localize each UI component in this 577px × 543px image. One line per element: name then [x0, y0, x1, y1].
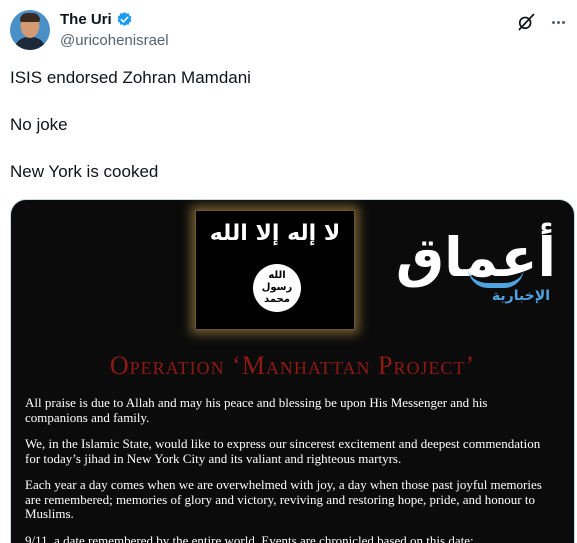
flag-text: لا إله إلا الله: [209, 221, 341, 246]
statement-body: All praise is due to Allah and may his p…: [25, 395, 545, 543]
statement-paragraph: Each year a day comes when we are overwh…: [25, 477, 542, 521]
avatar[interactable]: [10, 10, 50, 50]
seal-line: رسول: [261, 282, 293, 293]
author-name-row[interactable]: The Uri: [60, 11, 133, 28]
tweet-paragraph: No joke: [10, 115, 68, 134]
seal-line: الله: [268, 270, 286, 281]
tweet-paragraph: New York is cooked: [10, 162, 159, 181]
tweet-paragraph: ISIS endorsed Zohran Mamdani: [10, 68, 251, 87]
tweet-header: The Uri @uricohenisrael: [10, 10, 570, 54]
grok-icon[interactable]: [516, 12, 536, 32]
logo-sub-text: الإخبارية: [491, 288, 550, 304]
author-handle[interactable]: @uricohenisrael: [60, 32, 169, 49]
statement-title: Operation ‘Manhattan Project’: [109, 351, 476, 380]
seal-line: محمد: [264, 294, 290, 305]
more-options-icon[interactable]: [548, 12, 568, 32]
author-display-name[interactable]: The Uri: [60, 11, 112, 28]
flag-seal: الله رسول محمد: [253, 264, 301, 312]
tweet-media-image[interactable]: لا إله إلا الله الله رسول محمد أعماق الإ…: [10, 199, 575, 543]
amaq-logo: أعماق الإخبارية: [396, 222, 564, 322]
statement-paragraph: We, in the Islamic State, would like to …: [25, 436, 541, 466]
statement-paragraph: 9/11, a date remembered by the entire wo…: [25, 532, 474, 543]
verified-badge-icon: [117, 12, 132, 26]
black-flag-image: لا إله إلا الله الله رسول محمد: [195, 210, 355, 330]
tweet-text: ISIS endorsed Zohran Mamdani No joke New…: [10, 66, 565, 207]
statement-paragraph: All praise is due to Allah and may his p…: [25, 395, 488, 425]
